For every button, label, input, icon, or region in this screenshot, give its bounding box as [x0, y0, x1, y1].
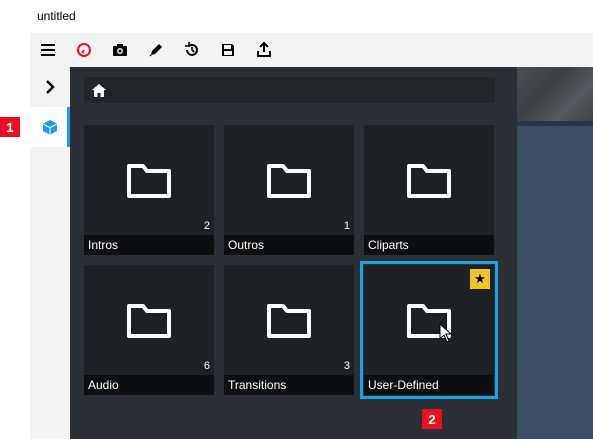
folder-tile-audio[interactable]: 6 Audio [84, 265, 214, 395]
folder-icon [127, 164, 171, 198]
folder-label: Cliparts [364, 235, 494, 255]
cube-icon [43, 120, 57, 135]
item-count: 2 [203, 220, 210, 232]
favorite-star-icon[interactable]: ★ [470, 269, 490, 289]
window-title: untitled [37, 9, 76, 23]
folder-label: Intros [84, 235, 214, 255]
history-icon [185, 42, 198, 56]
folder-icon [267, 164, 311, 198]
folder-tile-intros[interactable]: 2 Intros [84, 125, 214, 255]
export-icon [257, 42, 271, 57]
title-bar: untitled [30, 0, 593, 33]
camera-icon [113, 44, 127, 56]
chevron-right-icon [46, 80, 55, 94]
folder-tile-transitions[interactable]: 3 Transitions [224, 265, 354, 395]
folder-tile-cliparts[interactable]: Cliparts [364, 125, 494, 255]
toolbar [30, 33, 593, 67]
folder-icon [127, 304, 171, 338]
left-margin [0, 33, 30, 439]
folder-icon [407, 164, 451, 198]
preview-panel [517, 67, 593, 439]
folder-label: Audio [84, 375, 214, 395]
annotation-badge-2: 2 [422, 409, 442, 429]
home-icon[interactable] [92, 83, 106, 97]
mouse-cursor-icon [439, 323, 453, 343]
menu-icon [41, 44, 55, 56]
save-icon [222, 44, 234, 56]
screenshot-button[interactable] [102, 33, 138, 67]
item-count: 3 [343, 360, 350, 372]
export-button[interactable] [246, 33, 282, 67]
app-window: untitled 2 Intros 1 Outros Cliparts 6 Au… [0, 0, 593, 439]
item-count: 1 [343, 220, 350, 232]
expand-sidebar-button[interactable] [30, 67, 70, 107]
folder-tile-outros[interactable]: 1 Outros [224, 125, 354, 255]
library-panel: 2 Intros 1 Outros Cliparts 6 Audio 3 Tra… [70, 67, 517, 439]
record-button[interactable] [66, 33, 102, 67]
preview-divider [517, 121, 593, 126]
breadcrumb [84, 77, 495, 103]
sidebar [30, 67, 70, 439]
folder-label: Transitions [224, 375, 354, 395]
sidebar-item-library[interactable] [30, 107, 70, 147]
save-button[interactable] [210, 33, 246, 67]
draw-button[interactable] [138, 33, 174, 67]
history-button[interactable] [174, 33, 210, 67]
preview-thumbnail [517, 67, 593, 121]
folder-label: User-Defined [364, 375, 494, 395]
item-count: 6 [203, 360, 210, 372]
record-icon [77, 43, 91, 57]
menu-button[interactable] [30, 33, 66, 67]
folder-tile-user-defined[interactable]: ★ User-Defined [360, 261, 498, 399]
annotation-badge-1: 1 [0, 117, 20, 137]
folder-icon [267, 304, 311, 338]
pencil-icon [149, 44, 162, 57]
folder-label: Outros [224, 235, 354, 255]
